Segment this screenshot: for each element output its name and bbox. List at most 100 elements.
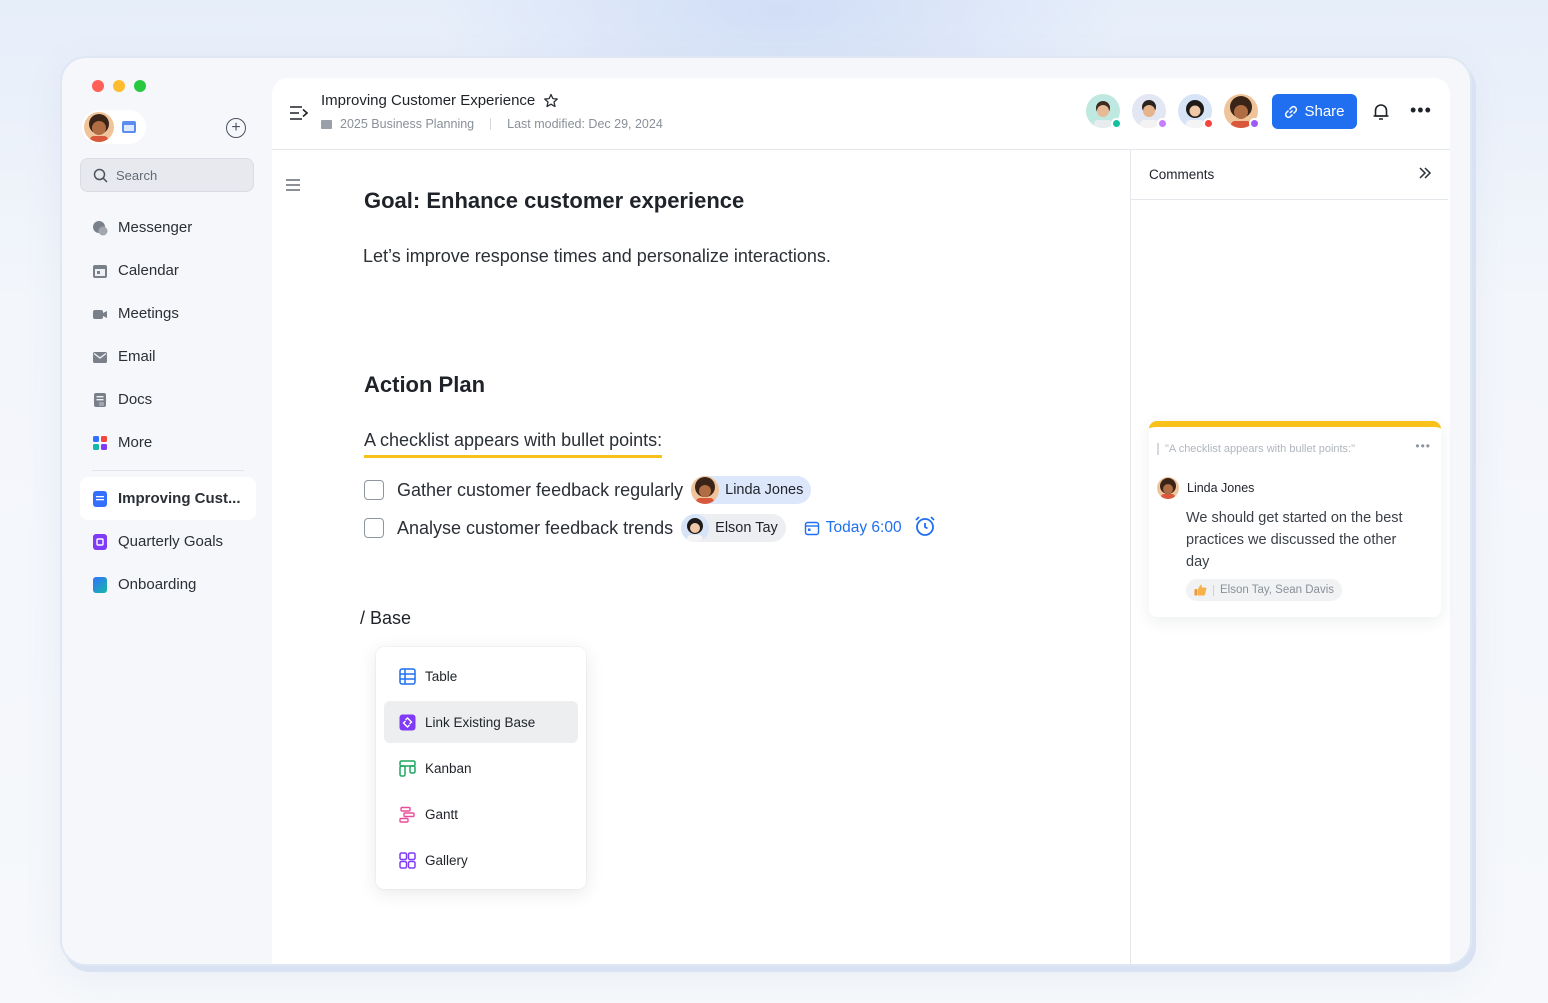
- user-profile-chip[interactable]: [82, 110, 146, 144]
- share-button[interactable]: Share: [1272, 94, 1357, 129]
- todo-item: Analyse customer feedback trends Elson T…: [364, 514, 936, 542]
- app-window: + Search Messenger Calendar Meetings Ema…: [60, 56, 1472, 966]
- close-window-button[interactable]: [92, 80, 104, 92]
- menu-item-table[interactable]: Table: [384, 655, 578, 697]
- reactors: Elson Tay, Sean Davis: [1220, 584, 1334, 596]
- todo-checkbox[interactable]: [364, 518, 384, 538]
- mention-name: Linda Jones: [725, 482, 804, 498]
- menu-item-gantt[interactable]: Gantt: [384, 793, 578, 835]
- status-indicator: [1157, 118, 1168, 129]
- kanban-icon: [398, 759, 416, 777]
- sidebar-item-label: Onboarding: [118, 576, 197, 593]
- comment-author: Linda Jones: [1157, 477, 1254, 499]
- alarm-clock-icon[interactable]: [914, 515, 936, 542]
- sidebar-item-messenger[interactable]: Messenger: [80, 206, 256, 249]
- sidebar-doc-improving-customer-experience[interactable]: Improving Cust...: [80, 477, 256, 520]
- due-date[interactable]: Today 6:00: [804, 519, 902, 537]
- sidebar-item-label: More: [118, 434, 153, 451]
- mention-chip[interactable]: Linda Jones: [691, 476, 812, 504]
- collaborator-avatar[interactable]: [1132, 94, 1168, 129]
- sidebar-item-label: Quarterly Goals: [118, 533, 224, 550]
- insert-block-menu: Table Link Existing Base Kanban Gantt Ga…: [376, 647, 586, 889]
- todo-text: Analyse customer feedback trends: [397, 517, 674, 538]
- menu-item-gallery[interactable]: Gallery: [384, 839, 578, 881]
- expand-sidebar-icon[interactable]: [290, 106, 309, 125]
- docs-icon: [92, 392, 108, 408]
- sidebar-doc-onboarding[interactable]: Onboarding: [80, 563, 256, 606]
- reaction-divider: [1213, 584, 1214, 596]
- collaborator-avatar[interactable]: [1224, 94, 1260, 129]
- goal-heading: Goal: Enhance customer experience: [364, 188, 745, 213]
- sidebar-nav: Messenger Calendar Meetings Email Docs M…: [80, 206, 256, 606]
- status-indicator: [1203, 118, 1214, 129]
- comment-quote: "A checklist appears with bullet points:…: [1157, 443, 1355, 455]
- collaborator-avatar[interactable]: [1178, 94, 1214, 129]
- status-indicator: [1111, 118, 1122, 129]
- more-options-icon[interactable]: •••: [1410, 100, 1432, 121]
- search-input[interactable]: Search: [80, 158, 254, 192]
- comments-header: Comments: [1131, 150, 1448, 200]
- todo-checkbox[interactable]: [364, 480, 384, 500]
- last-modified: Last modified: Dec 29, 2024: [507, 117, 663, 131]
- calendar-icon: [804, 521, 819, 536]
- doc-meta: 2025 Business Planning Last modified: De…: [321, 117, 663, 131]
- comment-more-icon[interactable]: •••: [1415, 439, 1431, 453]
- share-label: Share: [1304, 103, 1345, 120]
- maximize-window-button[interactable]: [134, 80, 146, 92]
- menu-item-label: Gantt: [425, 806, 459, 822]
- breadcrumb[interactable]: 2025 Business Planning: [340, 117, 474, 131]
- menu-item-link-existing-base[interactable]: Link Existing Base: [384, 701, 578, 743]
- sidebar-item-label: Improving Cust...: [118, 490, 241, 507]
- sidebar-item-label: Email: [118, 348, 156, 365]
- intro-paragraph: Let’s improve response times and persona…: [363, 246, 831, 266]
- sidebar-item-calendar[interactable]: Calendar: [80, 249, 256, 292]
- calendar-status-icon: [122, 121, 136, 133]
- star-icon[interactable]: [543, 93, 559, 109]
- doc-title: Improving Customer Experience: [321, 92, 536, 109]
- mention-chip[interactable]: Elson Tay: [681, 514, 786, 542]
- todo-text: Gather customer feedback regularly: [397, 479, 684, 500]
- add-icon[interactable]: +: [226, 118, 246, 138]
- sidebar-divider: [92, 470, 244, 471]
- avatar: [681, 514, 710, 542]
- link-base-icon: [398, 713, 416, 731]
- outline-icon[interactable]: [286, 178, 300, 196]
- reaction-chip[interactable]: Elson Tay, Sean Davis: [1186, 579, 1342, 601]
- sidebar-doc-quarterly-goals[interactable]: Quarterly Goals: [80, 520, 256, 563]
- mention-name: Elson Tay: [715, 520, 778, 536]
- commented-text[interactable]: A checklist appears with bullet points:: [364, 430, 663, 458]
- comments-title: Comments: [1149, 167, 1215, 182]
- sidebar-item-label: Docs: [118, 391, 153, 408]
- collaborators: [1086, 94, 1260, 129]
- link-icon: [1285, 105, 1298, 118]
- action-plan-heading: Action Plan: [364, 372, 486, 397]
- avatar: [84, 112, 114, 142]
- document-panel: Improving Customer Experience 2025 Busin…: [272, 78, 1450, 964]
- calendar-icon: [92, 263, 108, 279]
- sidebar: + Search Messenger Calendar Meetings Ema…: [62, 58, 272, 964]
- comment-card[interactable]: "A checklist appears with bullet points:…: [1149, 421, 1441, 617]
- video-icon: [92, 306, 108, 322]
- sidebar-item-meetings[interactable]: Meetings: [80, 292, 256, 335]
- due-date-label: Today 6:00: [825, 519, 902, 536]
- bell-icon[interactable]: [1372, 102, 1390, 126]
- menu-item-label: Link Existing Base: [425, 714, 536, 730]
- table-icon: [398, 667, 416, 685]
- collapse-panel-icon[interactable]: [1418, 166, 1432, 183]
- meta-divider: [490, 118, 492, 130]
- chat-bubble-icon: [92, 220, 108, 236]
- sheet-icon: [92, 576, 108, 593]
- sidebar-item-docs[interactable]: Docs: [80, 378, 256, 421]
- menu-item-label: Table: [425, 668, 458, 684]
- search-placeholder: Search: [116, 167, 158, 183]
- doc-body: Goal: Enhance customer experience Let’s …: [272, 150, 1130, 964]
- menu-item-kanban[interactable]: Kanban: [384, 747, 578, 789]
- doc-title-row: Improving Customer Experience: [321, 92, 559, 109]
- sidebar-item-more[interactable]: More: [80, 421, 256, 464]
- comments-panel: Comments "A checklist appears with bulle…: [1130, 150, 1448, 964]
- collaborator-avatar[interactable]: [1086, 94, 1122, 129]
- menu-item-label: Gallery: [425, 852, 468, 868]
- minimize-window-button[interactable]: [113, 80, 125, 92]
- avatar: [1157, 477, 1179, 499]
- sidebar-item-email[interactable]: Email: [80, 335, 256, 378]
